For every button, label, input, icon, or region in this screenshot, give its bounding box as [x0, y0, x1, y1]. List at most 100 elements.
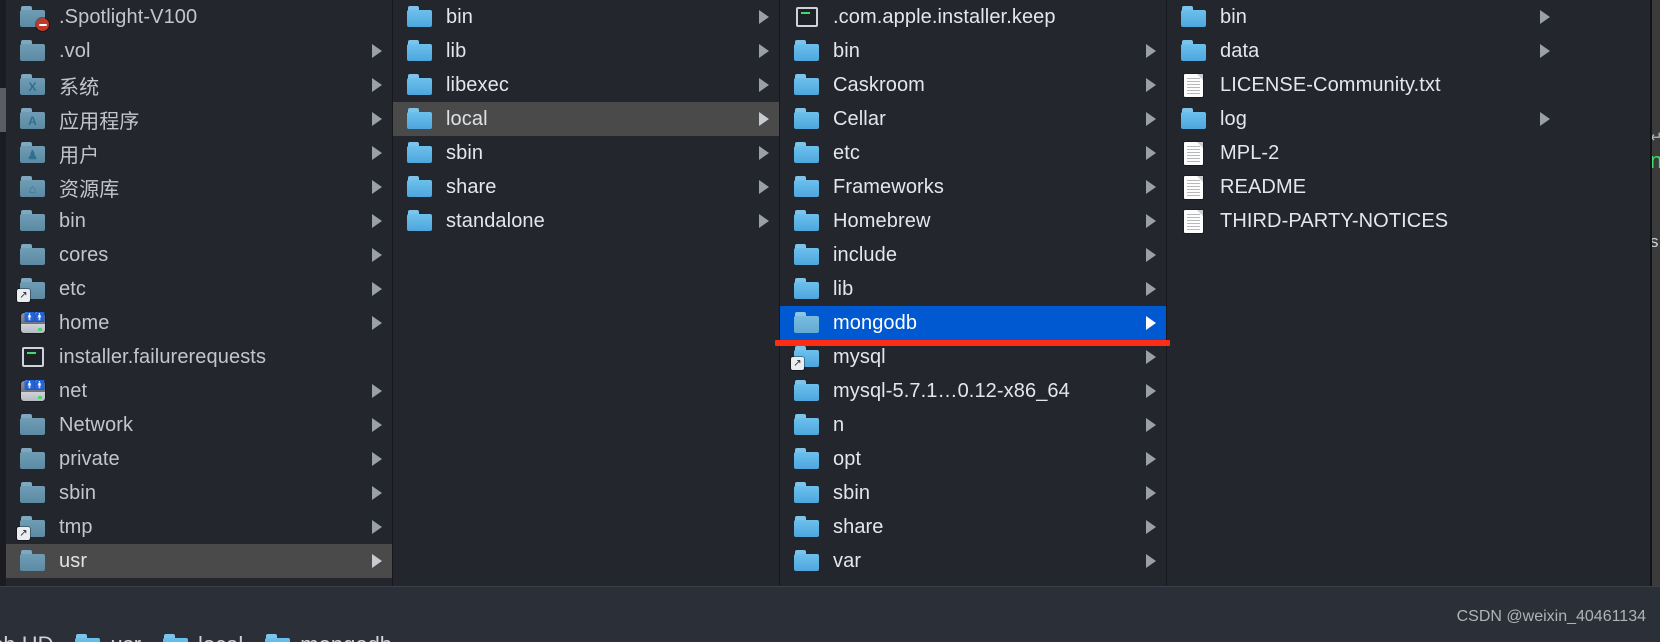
file-row[interactable]: opt: [780, 442, 1166, 476]
disclosure-chevron-icon[interactable]: [1146, 214, 1156, 228]
disclosure-chevron-icon[interactable]: [372, 282, 382, 296]
disclosure-chevron-icon[interactable]: [1540, 112, 1550, 126]
disclosure-chevron-icon[interactable]: [372, 112, 382, 126]
file-row[interactable]: .com.apple.installer.keep: [780, 0, 1166, 34]
file-row[interactable]: bin: [780, 34, 1166, 68]
file-row[interactable]: mysql-5.7.1…0.12-x86_64: [780, 374, 1166, 408]
disclosure-chevron-icon[interactable]: [1146, 78, 1156, 92]
disclosure-chevron-icon[interactable]: [759, 146, 769, 160]
file-row[interactable]: standalone: [393, 204, 779, 238]
disclosure-chevron-icon[interactable]: [372, 384, 382, 398]
disclosure-chevron-icon[interactable]: [1540, 44, 1550, 58]
file-row[interactable]: MPL-2: [1167, 136, 1560, 170]
disclosure-chevron-icon[interactable]: [1146, 554, 1156, 568]
disclosure-chevron-icon[interactable]: [759, 180, 769, 194]
file-row[interactable]: bin: [393, 0, 779, 34]
file-row[interactable]: Frameworks: [780, 170, 1166, 204]
disclosure-chevron-icon[interactable]: [372, 180, 382, 194]
file-row[interactable]: local: [393, 102, 779, 136]
breadcrumb-item[interactable]: mongodb: [265, 632, 392, 642]
file-row[interactable]: X 系统: [6, 68, 392, 102]
file-row[interactable]: Cellar: [780, 102, 1166, 136]
disclosure-chevron-icon[interactable]: [372, 214, 382, 228]
disclosure-chevron-icon[interactable]: [372, 418, 382, 432]
file-row[interactable]: sbin: [780, 476, 1166, 510]
file-row[interactable]: data: [1167, 34, 1560, 68]
file-row[interactable]: private: [6, 442, 392, 476]
disclosure-chevron-icon[interactable]: [1146, 112, 1156, 126]
disclosure-chevron-icon[interactable]: [1146, 520, 1156, 534]
folder-icon: [1181, 6, 1207, 28]
column-local-contents[interactable]: .com.apple.installer.keep bin Caskroom Cell…: [780, 0, 1166, 586]
file-row[interactable]: THIRD-PARTY-NOTICES: [1167, 204, 1560, 238]
disclosure-chevron-icon[interactable]: [372, 520, 382, 534]
disclosure-chevron-icon[interactable]: [372, 78, 382, 92]
disclosure-chevron-icon[interactable]: [759, 112, 769, 126]
disclosure-chevron-icon[interactable]: [372, 554, 382, 568]
file-row[interactable]: lib: [780, 272, 1166, 306]
file-row[interactable]: LICENSE-Community.txt: [1167, 68, 1560, 102]
file-row[interactable]: share: [393, 170, 779, 204]
file-row[interactable]: etc: [780, 136, 1166, 170]
file-row[interactable]: installer.failurerequests: [6, 340, 392, 374]
breadcrumb-item[interactable]: tosh HD: [0, 632, 53, 642]
file-row[interactable]: Network: [6, 408, 392, 442]
disclosure-chevron-icon[interactable]: [1146, 384, 1156, 398]
file-row[interactable]: A 应用程序: [6, 102, 392, 136]
disclosure-chevron-icon[interactable]: [1146, 180, 1156, 194]
file-row[interactable]: net: [6, 374, 392, 408]
disclosure-chevron-icon[interactable]: [759, 214, 769, 228]
file-row[interactable]: bin: [1167, 0, 1560, 34]
file-row[interactable]: lib: [393, 34, 779, 68]
file-row[interactable]: log: [1167, 102, 1560, 136]
disclosure-chevron-icon[interactable]: [1540, 10, 1550, 24]
column-mongodb-contents[interactable]: bin data LICENSE-Community.txt log MPL-2 READ…: [1167, 0, 1560, 586]
disclosure-chevron-icon[interactable]: [372, 44, 382, 58]
breadcrumb-item[interactable]: usr: [75, 632, 141, 642]
disclosure-chevron-icon[interactable]: [372, 486, 382, 500]
breadcrumb-item[interactable]: local: [163, 632, 243, 642]
file-row-label: sbin: [446, 141, 484, 164]
file-row[interactable]: .Spotlight-V100: [6, 0, 392, 34]
file-row[interactable]: mongodb: [780, 306, 1166, 340]
background-window-sliver[interactable]: ↵ n s: [1650, 0, 1660, 586]
file-row[interactable]: ↗ tmp: [6, 510, 392, 544]
disclosure-chevron-icon[interactable]: [372, 452, 382, 466]
file-row[interactable]: README: [1167, 170, 1560, 204]
disclosure-chevron-icon[interactable]: [759, 44, 769, 58]
file-row[interactable]: ↗ etc: [6, 272, 392, 306]
file-row[interactable]: ⌂ 资源库: [6, 170, 392, 204]
file-row[interactable]: sbin: [393, 136, 779, 170]
disclosure-chevron-icon[interactable]: [1146, 248, 1156, 262]
file-row[interactable]: libexec: [393, 68, 779, 102]
file-row[interactable]: sbin: [6, 476, 392, 510]
disclosure-chevron-icon[interactable]: [1146, 486, 1156, 500]
disclosure-chevron-icon[interactable]: [1146, 350, 1156, 364]
disclosure-chevron-icon[interactable]: [1146, 316, 1156, 330]
disclosure-chevron-icon[interactable]: [759, 10, 769, 24]
file-row[interactable]: include: [780, 238, 1166, 272]
file-row[interactable]: usr: [6, 544, 392, 578]
file-row[interactable]: var: [780, 544, 1166, 578]
column-usr-contents[interactable]: bin lib libexec local sbin share standalone: [393, 0, 779, 586]
file-row[interactable]: home: [6, 306, 392, 340]
disclosure-chevron-icon[interactable]: [372, 316, 382, 330]
column-macintosh-hd-root[interactable]: .Spotlight-V100 .vol X 系统 A 应用程序 ♟ 用户 ⌂ 资源库 bin cor…: [6, 0, 392, 586]
disclosure-chevron-icon[interactable]: [1146, 452, 1156, 466]
folder-icon: [794, 482, 820, 504]
file-row[interactable]: cores: [6, 238, 392, 272]
disclosure-chevron-icon[interactable]: [1146, 44, 1156, 58]
file-row[interactable]: ♟ 用户: [6, 136, 392, 170]
file-row[interactable]: Caskroom: [780, 68, 1166, 102]
file-row[interactable]: .vol: [6, 34, 392, 68]
disclosure-chevron-icon[interactable]: [759, 78, 769, 92]
disclosure-chevron-icon[interactable]: [372, 248, 382, 262]
file-row[interactable]: bin: [6, 204, 392, 238]
disclosure-chevron-icon[interactable]: [372, 146, 382, 160]
file-row[interactable]: Homebrew: [780, 204, 1166, 238]
disclosure-chevron-icon[interactable]: [1146, 282, 1156, 296]
file-row[interactable]: share: [780, 510, 1166, 544]
file-row[interactable]: n: [780, 408, 1166, 442]
disclosure-chevron-icon[interactable]: [1146, 418, 1156, 432]
disclosure-chevron-icon[interactable]: [1146, 146, 1156, 160]
